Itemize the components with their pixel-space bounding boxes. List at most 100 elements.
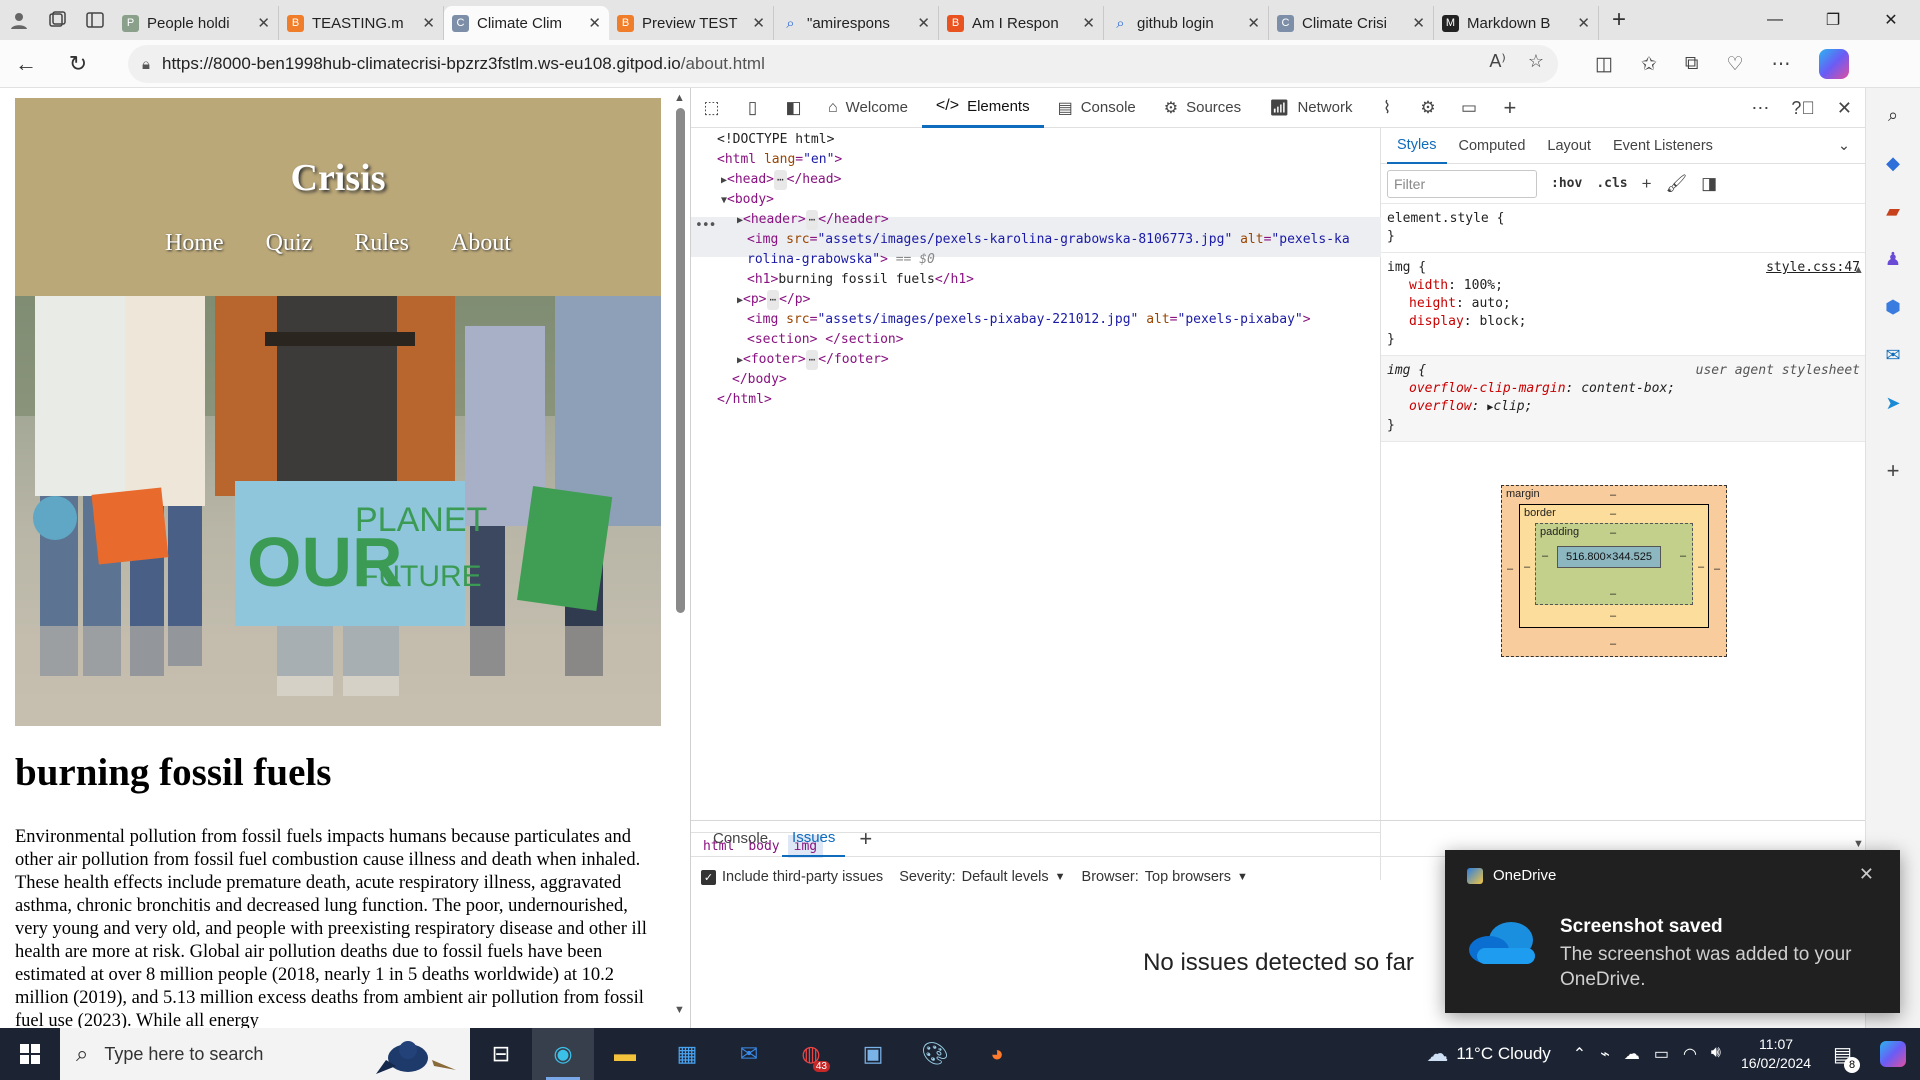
tab-layout[interactable]: Layout (1537, 128, 1601, 164)
scroll-up-icon[interactable]: ▲ (674, 92, 685, 104)
browser-select[interactable]: Top browsers (1145, 869, 1231, 885)
refresh-icon[interactable]: ↻ (52, 40, 104, 88)
tab-actions-icon[interactable] (76, 0, 114, 40)
box-model-value[interactable]: – (1542, 550, 1548, 562)
nav-link-home[interactable]: Home (165, 230, 224, 257)
mail-icon[interactable]: ✉ (718, 1028, 780, 1080)
browser-tab[interactable]: ⌕ "amirespons ✕ (774, 6, 939, 40)
tab-computed[interactable]: Computed (1449, 128, 1536, 164)
browser-tab[interactable]: ⌕ github login ✕ (1104, 6, 1269, 40)
browser-tab[interactable]: C Climate Crisi ✕ (1269, 6, 1434, 40)
box-model-content[interactable]: 516.800×344.525 (1557, 546, 1661, 568)
close-notification-icon[interactable]: ✕ (1859, 864, 1874, 885)
microsoft-store-icon[interactable]: ▦ (656, 1028, 718, 1080)
dom-line-img2[interactable]: <img src="assets/images/pexels-pixabay-2… (747, 310, 1311, 330)
volume-icon[interactable]: 🔊︎ (1711, 1044, 1721, 1064)
favorite-star-icon[interactable]: ☆ (1528, 51, 1544, 72)
toggle-sidebar-icon[interactable]: ◨ (1701, 174, 1717, 194)
network-icon[interactable]: ◠ (1683, 1044, 1697, 1064)
styles-filter-input[interactable]: Filter (1387, 169, 1537, 198)
close-tab-icon[interactable]: ✕ (1577, 14, 1590, 32)
rule-source-link[interactable]: style.css:47 (1766, 259, 1860, 277)
rule-img-stylesheet[interactable]: img { style.css:47 width: 100%; height: … (1381, 253, 1866, 356)
severity-select[interactable]: Default levels (962, 869, 1049, 885)
usb-device-icon[interactable]: ⌁ (1600, 1044, 1610, 1064)
close-window-icon[interactable]: ✕ (1862, 0, 1920, 40)
rule-element-style[interactable]: element.style { } (1381, 204, 1866, 253)
dom-line-head[interactable]: ▶<head> ⋯ </head> (721, 170, 841, 191)
new-tab-button[interactable]: + (1599, 0, 1639, 40)
more-options-icon[interactable]: ⋯ (1751, 98, 1769, 119)
firefox-icon[interactable]: ◕ (966, 1028, 1028, 1080)
dom-line-footer[interactable]: ▶<footer> ⋯ </footer> (737, 350, 889, 371)
box-model-value[interactable]: – (1698, 561, 1704, 573)
scroll-down-icon[interactable]: ▼ (674, 1004, 685, 1016)
task-view-icon[interactable]: ⊟ (470, 1028, 532, 1080)
dom-line-header[interactable]: ▶<header> ⋯ </header> (737, 210, 889, 231)
box-model-value[interactable]: – (1610, 638, 1616, 650)
photos-icon[interactable]: ▣ (842, 1028, 904, 1080)
inspect-element-icon[interactable]: ⬚ (691, 88, 732, 128)
onedrive-tray-icon[interactable]: ☁ (1624, 1044, 1640, 1064)
settings-gear-icon[interactable]: ⚙ (1407, 88, 1448, 128)
nav-link-about[interactable]: About (451, 230, 511, 257)
windows-start-icon[interactable] (0, 1028, 60, 1080)
notification-center-icon[interactable]: ▤ 8 (1833, 1042, 1860, 1073)
close-tab-icon[interactable]: ✕ (1247, 14, 1260, 32)
dropdown-arrow-icon[interactable]: ▼ (1237, 871, 1248, 883)
dom-line-html[interactable]: <html lang="en"> (717, 150, 842, 170)
tab-elements[interactable]: </> Elements (921, 88, 1044, 128)
games-icon[interactable]: ♟ (1880, 246, 1906, 272)
device-emulation-icon[interactable]: ▯ (732, 88, 773, 128)
close-devtools-icon[interactable]: ✕ (1837, 98, 1852, 119)
css-value[interactable]: 100%; (1464, 278, 1503, 293)
box-model-value[interactable]: – (1610, 508, 1616, 520)
read-aloud-icon[interactable]: A⁾ (1489, 51, 1505, 72)
css-property[interactable]: display (1387, 314, 1464, 329)
paint-brush-icon[interactable]: 🖌︎ (1666, 174, 1688, 194)
dom-line-img-selected-cont[interactable]: rolina-grabowska"> == $0 (747, 250, 935, 270)
close-tab-icon[interactable]: ✕ (1082, 14, 1095, 32)
dom-line-html-close[interactable]: </html> (717, 390, 772, 410)
css-value[interactable]: block; (1479, 314, 1526, 329)
onedrive-notification[interactable]: OneDrive ✕ Screenshot saved The screensh… (1445, 850, 1900, 1013)
nav-link-rules[interactable]: Rules (354, 230, 409, 257)
tab-network[interactable]: 📶︎ Network (1255, 88, 1366, 128)
scrollbar-thumb[interactable] (676, 108, 685, 613)
dom-line-h1[interactable]: <h1>burning fossil fuels</h1> (747, 270, 974, 290)
battery-icon[interactable]: ▭ (1654, 1044, 1669, 1064)
close-tab-icon[interactable]: ✕ (752, 14, 765, 32)
css-property[interactable]: width (1387, 278, 1448, 293)
close-tab-icon[interactable]: ✕ (1412, 14, 1425, 32)
box-model-value[interactable]: – (1680, 550, 1686, 562)
outlook-icon[interactable]: ✉ (1880, 342, 1906, 368)
hov-toggle[interactable]: :hov (1551, 176, 1582, 191)
browser-tab[interactable]: M Markdown B ✕ (1434, 6, 1599, 40)
tab-console[interactable]: ▤ Console (1044, 88, 1150, 128)
tab-welcome[interactable]: ⌂ Welcome (814, 88, 922, 128)
close-tab-icon[interactable]: ✕ (917, 14, 930, 32)
add-drawer-tab-icon[interactable]: + (849, 821, 882, 857)
dom-line-body[interactable]: ▼<body> (721, 190, 774, 211)
send-icon[interactable]: ➤ (1880, 390, 1906, 416)
dom-line-doctype[interactable]: <!DOCTYPE html> (717, 130, 834, 150)
paint-app-icon[interactable]: ◍ 43 (780, 1028, 842, 1080)
box-model-value[interactable]: – (1610, 610, 1616, 622)
dom-line-img-selected[interactable]: <img src="assets/images/pexels-karolina-… (747, 230, 1350, 250)
file-explorer-icon[interactable]: ▬ (594, 1028, 656, 1080)
drawer-tab-console[interactable]: Console (703, 821, 778, 857)
close-tab-icon[interactable]: ✕ (588, 14, 601, 32)
performance-icon[interactable]: ⌇ (1366, 88, 1407, 128)
paint-palette-icon[interactable]: 🎨︎ (904, 1028, 966, 1080)
edge-taskbar-icon[interactable]: ◉ (532, 1028, 594, 1080)
taskbar-search-box[interactable]: ⌕ Type here to search (60, 1028, 470, 1080)
tools-briefcase-icon[interactable]: ▰ (1880, 198, 1906, 224)
add-sidebar-app-icon[interactable]: + (1880, 458, 1906, 484)
collections-icon[interactable]: ⧉ (1685, 53, 1699, 75)
third-party-label[interactable]: Include third-party issues (722, 869, 883, 885)
box-model-value[interactable]: – (1714, 563, 1720, 575)
third-party-checkbox[interactable]: ✓ (701, 869, 716, 885)
box-model-value[interactable]: – (1610, 527, 1616, 539)
dropdown-arrow-icon[interactable]: ▼ (1055, 871, 1066, 883)
scroll-up-icon[interactable]: ▲ (1853, 264, 1864, 276)
